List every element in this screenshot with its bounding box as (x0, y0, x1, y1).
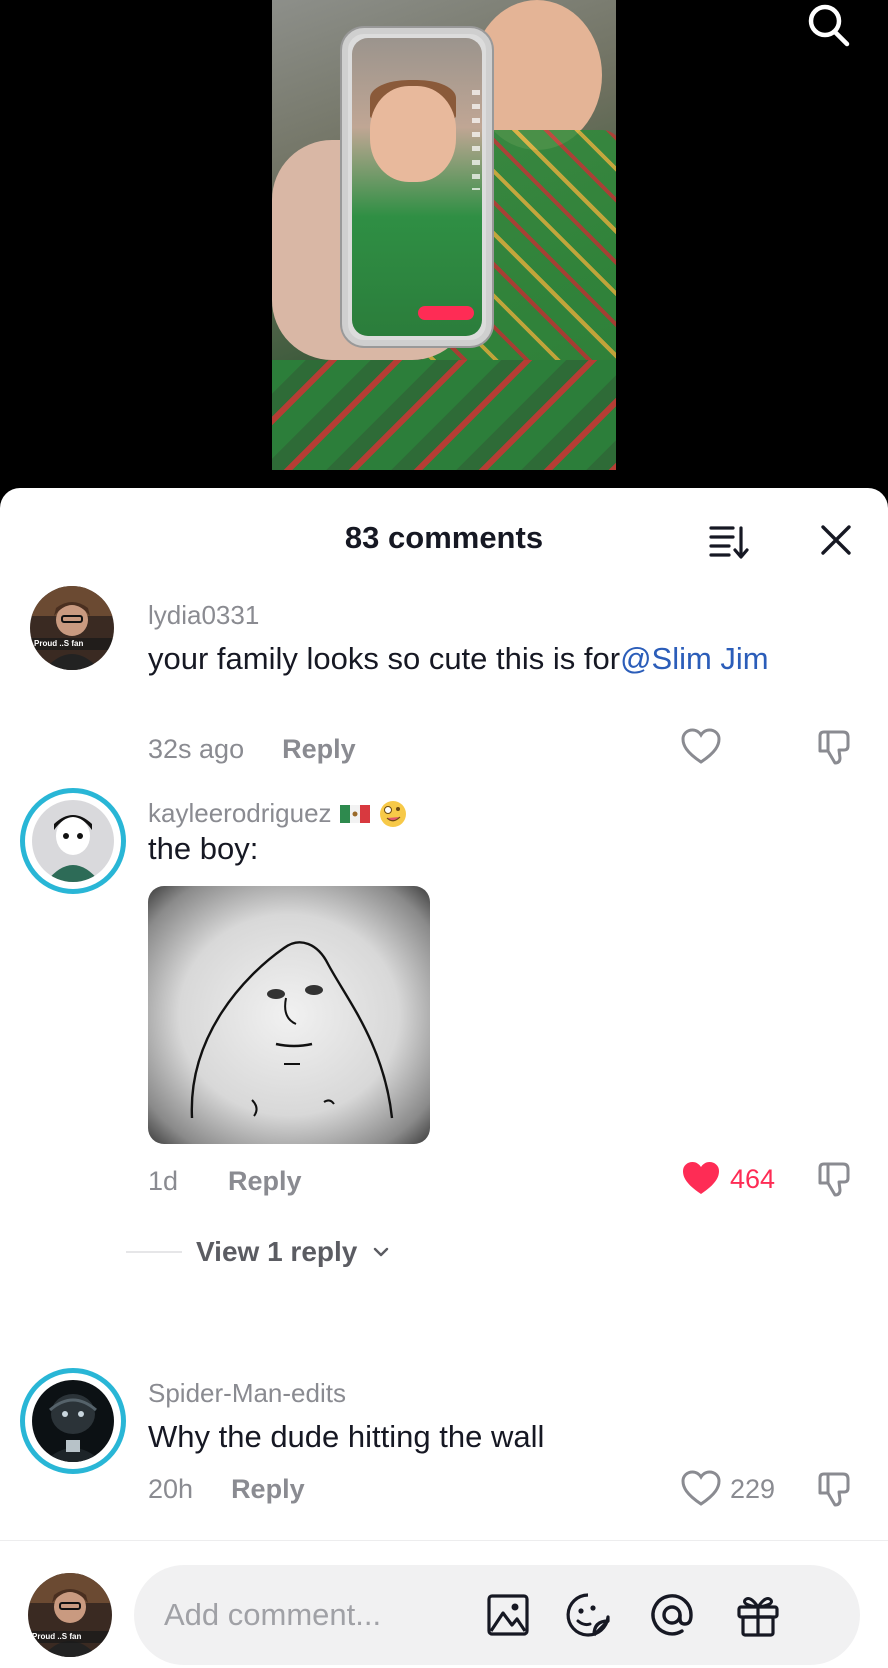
comment-username[interactable]: Spider-Man-edits (148, 1378, 346, 1409)
sort-icon (709, 526, 749, 559)
comment-username[interactable]: kayleerodriguez (148, 798, 332, 829)
view-replies-button[interactable]: View 1 reply (126, 1236, 391, 1268)
dislike-icon (818, 730, 850, 765)
comment-item: Proud ..S fan lydia0331 your family look… (0, 586, 888, 776)
comment-input-bar: Proud ..S fan (0, 1540, 888, 1668)
heart-icon (681, 1470, 721, 1506)
add-comment-input[interactable] (164, 1565, 494, 1665)
comment-body: your family looks so cute this is for (148, 641, 621, 676)
comment-username-row: kayleerodriguez (148, 798, 408, 829)
heart-filled-icon (683, 1162, 719, 1194)
comment-text: your family looks so cute this is for@Sl… (148, 638, 838, 680)
dislike-icon (818, 1162, 850, 1197)
current-user-avatar[interactable]: Proud ..S fan (28, 1573, 112, 1657)
emoji-button[interactable] (564, 1591, 612, 1639)
video-player[interactable] (0, 0, 888, 500)
close-icon (821, 525, 851, 555)
comment-timestamp: 1d (148, 1166, 179, 1196)
dislike-button[interactable] (812, 1156, 858, 1202)
comment-count-title: 83 comments (344, 520, 544, 555)
comment-item: kayleerodriguez the boy: 1d Reply 464 Vi… (0, 788, 888, 1408)
heart-icon (681, 728, 721, 764)
chevron-down-icon (374, 1247, 389, 1257)
gift-button[interactable] (734, 1591, 782, 1639)
comment-meta: 20h Reply (148, 1474, 305, 1505)
comment-timestamp: 20h (148, 1474, 194, 1504)
comment-mention-link[interactable]: @Slim Jim (620, 641, 769, 676)
avatar-badge-text: Proud ..S fan (34, 639, 84, 648)
view-replies-label: View 1 reply (196, 1236, 358, 1267)
avatar-image (32, 800, 114, 882)
reply-button[interactable]: Reply (282, 734, 356, 764)
avatar-image (30, 586, 114, 670)
reply-button[interactable]: Reply (228, 1166, 302, 1196)
video-frame (272, 0, 616, 470)
gift-icon (737, 1597, 779, 1637)
avatar-with-story-ring[interactable] (20, 1368, 126, 1474)
dislike-icon (818, 1472, 850, 1507)
video-phone-in-hand (342, 28, 492, 346)
divider (126, 1251, 182, 1253)
sticker-drawing (190, 941, 394, 1119)
comments-header: 83 comments (0, 488, 888, 588)
search-button[interactable] (804, 2, 854, 52)
reply-button[interactable]: Reply (231, 1474, 305, 1504)
like-count: 464 (730, 1163, 776, 1194)
like-count: 229 (730, 1473, 776, 1504)
avatar-image (32, 1380, 114, 1462)
image-icon (487, 1594, 529, 1636)
comment-item: Spider-Man-edits Why the dude hitting th… (0, 1368, 888, 1528)
comment-text: the boy: (148, 831, 259, 866)
image-button[interactable] (484, 1591, 532, 1639)
dislike-button[interactable] (812, 1466, 858, 1512)
comment-timestamp: 32s ago (148, 734, 245, 764)
avatar-with-story-ring[interactable] (20, 788, 126, 894)
video-blanket (272, 360, 616, 470)
comment-meta: 1d Reply (148, 1166, 302, 1197)
avatar-image (28, 1573, 112, 1657)
comments-sheet: 83 comments Proud ..S fan lydia0331 your… (0, 488, 888, 1668)
like-button[interactable]: 229 (680, 1466, 775, 1512)
sort-comments-button[interactable] (706, 516, 754, 564)
avatar-badge-text: Proud ..S fan (32, 1632, 82, 1641)
close-comments-button[interactable] (812, 516, 860, 564)
mention-button[interactable] (648, 1591, 696, 1639)
zany-face-emoji-icon (379, 800, 406, 827)
comment-username[interactable]: lydia0331 (148, 600, 259, 631)
like-button[interactable] (680, 724, 722, 770)
mexico-flag-icon (339, 804, 370, 823)
comment-input-container (134, 1565, 860, 1665)
comment-meta: 32s ago Reply (148, 734, 356, 765)
emoji-icon (566, 1593, 610, 1637)
dislike-button[interactable] (812, 724, 858, 770)
at-icon (651, 1594, 693, 1636)
like-button[interactable]: 464 (680, 1156, 775, 1202)
avatar[interactable]: Proud ..S fan (30, 586, 114, 670)
comment-sticker-image[interactable] (148, 886, 430, 1144)
search-icon (808, 4, 850, 47)
comment-text: Why the dude hitting the wall (148, 1419, 545, 1454)
